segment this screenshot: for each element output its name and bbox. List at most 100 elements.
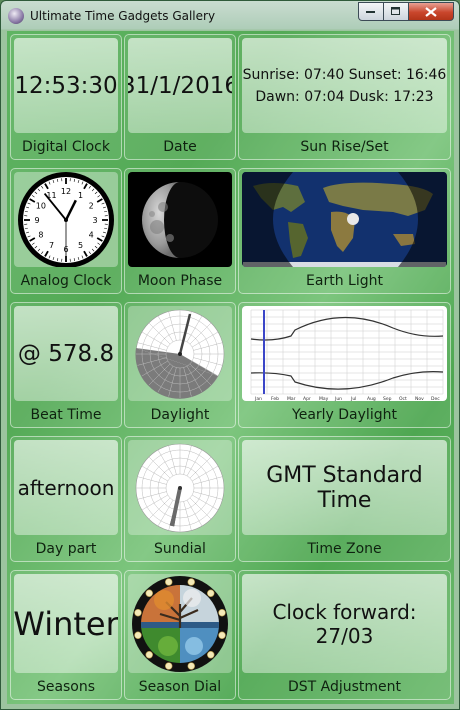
sun-times-display: Sunrise: 07:40 Sunset: 16:46 Dawn: 07:04… [242, 38, 447, 133]
yearly-daylight-chart: Jan Feb Mar Apr May Jun Jul Aug Sep Oct Nov Dec [250, 309, 444, 401]
digital-clock-display: 12:53:30 [14, 38, 118, 133]
earth-light-tile[interactable]: Earth Light [238, 168, 451, 294]
clock-number: 5 [78, 241, 83, 250]
season-marker [218, 631, 226, 639]
sun-rise-set-tile[interactable]: Sunrise: 07:40 Sunset: 16:46 Dawn: 07:04… [238, 34, 451, 160]
window-title: Ultimate Time Gadgets Gallery [30, 9, 216, 23]
season-marker [207, 589, 215, 597]
moon-phase-caption: Moon Phase [137, 273, 223, 289]
month-label: Jul [350, 396, 356, 401]
yearly-daylight-caption: Yearly Daylight [292, 407, 397, 423]
date-tile[interactable]: 31/1/2016 Date [124, 34, 236, 160]
analog-clock-display: 123456789101112 [14, 172, 118, 267]
sundial-display [128, 440, 232, 535]
time-zone-caption: Time Zone [307, 541, 382, 557]
close-button[interactable] [409, 2, 454, 21]
daylight-tile[interactable]: Daylight [124, 302, 236, 428]
season-dial-image [132, 575, 228, 672]
seasons-caption: Seasons [36, 679, 96, 695]
clock-number: 2 [89, 201, 94, 210]
daylight-dial [135, 309, 225, 399]
sun-position-icon [347, 213, 359, 225]
month-label: Dec [431, 396, 440, 401]
minimize-icon [366, 10, 375, 13]
beat-time-caption: Beat Time [30, 407, 102, 423]
season-dial-tile[interactable]: Season Dial [124, 570, 236, 700]
maximize-icon [391, 7, 400, 15]
daylight-caption: Daylight [150, 407, 210, 423]
clock-number: 10 [36, 201, 46, 210]
beat-time-display: @ 578.8 [14, 306, 118, 401]
moon-phase-display [128, 172, 232, 267]
day-part-tile[interactable]: afternoon Day part [10, 436, 122, 562]
moon-phase-tile[interactable]: Moon Phase [124, 168, 236, 294]
dst-adjustment-tile[interactable]: Clock forward: 27/03 DST Adjustment [238, 570, 451, 700]
seasons-display: Winter [14, 574, 118, 673]
digital-clock-tile[interactable]: 12:53:30 Digital Clock [10, 34, 122, 160]
analog-clock-tile[interactable]: 123456789101112 Analog Clock [10, 168, 122, 294]
clock-number: 3 [92, 216, 97, 225]
sundial-tile[interactable]: Sundial [124, 436, 236, 562]
yearly-daylight-tile[interactable]: Jan Feb Mar Apr May Jun Jul Aug Sep Oct Nov Dec Yea… [238, 302, 451, 428]
month-label: May [319, 396, 329, 401]
day-part-display: afternoon [14, 440, 118, 535]
sunrise-sunset-text: Sunrise: 07:40 Sunset: 16:46 [242, 66, 447, 83]
month-label: Jun [334, 396, 342, 401]
dawn-dusk-text: Dawn: 07:04 Dusk: 17:23 [255, 88, 434, 105]
app-icon [8, 8, 24, 24]
month-label: Nov [415, 396, 424, 401]
time-zone-tile[interactable]: GMT Standard Time Time Zone [238, 436, 451, 562]
season-marker [187, 661, 195, 670]
season-marker [134, 608, 142, 616]
month-label: Apr [303, 396, 311, 401]
maximize-button[interactable] [384, 2, 409, 21]
seasons-tile[interactable]: Winter Seasons [10, 570, 122, 700]
month-label: Feb [271, 396, 279, 401]
earth-light-map [243, 172, 446, 267]
season-marker [134, 631, 142, 639]
sundial-dial [135, 443, 225, 532]
season-marker [218, 608, 226, 616]
earth-light-caption: Earth Light [306, 273, 383, 289]
digital-clock-caption: Digital Clock [22, 139, 110, 155]
yearly-grid [250, 309, 444, 395]
season-marker [165, 577, 173, 586]
earth-map-display [242, 172, 447, 267]
month-labels: Jan Feb Mar Apr May Jun Jul Aug Sep Oct Nov Dec [254, 396, 440, 401]
time-zone-display: GMT Standard Time [242, 440, 447, 535]
season-marker [207, 650, 215, 658]
analog-clock-face: 123456789101112 [18, 172, 114, 267]
gadgets-grid: 12:53:30 Digital Clock 31/1/2016 Date Su… [7, 31, 454, 704]
window-controls [358, 2, 454, 21]
season-marker [165, 661, 173, 670]
app-window: Ultimate Time Gadgets Gallery 12:53:30 D… [0, 0, 460, 710]
month-label: Mar [287, 396, 296, 401]
clock-number: 12 [61, 187, 71, 196]
beat-time-tile[interactable]: @ 578.8 Beat Time [10, 302, 122, 428]
daylight-display [128, 306, 232, 401]
sun-rise-set-caption: Sun Rise/Set [300, 139, 389, 155]
close-icon [425, 6, 437, 17]
moon-image [142, 181, 218, 258]
season-marker [187, 577, 195, 586]
day-part-caption: Day part [35, 541, 97, 557]
yearly-daylight-display: Jan Feb Mar Apr May Jun Jul Aug Sep Oct Nov Dec [242, 306, 447, 401]
season-dial-caption: Season Dial [138, 679, 222, 695]
month-label: Sep [383, 396, 392, 401]
clock-number: 8 [38, 230, 43, 239]
sundial-caption: Sundial [154, 541, 206, 557]
title-bar[interactable]: Ultimate Time Gadgets Gallery [1, 1, 459, 31]
season-dial-display [128, 574, 232, 673]
season-marker [145, 650, 153, 658]
month-label: Jan [254, 396, 262, 401]
date-caption: Date [163, 139, 197, 155]
clock-number: 7 [49, 241, 54, 250]
month-label: Oct [399, 396, 407, 401]
season-marker [145, 589, 153, 597]
clock-number: 1 [78, 190, 83, 199]
month-label: Aug [367, 396, 376, 401]
minimize-button[interactable] [358, 2, 384, 21]
clock-number: 9 [34, 216, 39, 225]
date-display: 31/1/2016 [128, 38, 232, 133]
clock-number: 4 [89, 230, 94, 239]
